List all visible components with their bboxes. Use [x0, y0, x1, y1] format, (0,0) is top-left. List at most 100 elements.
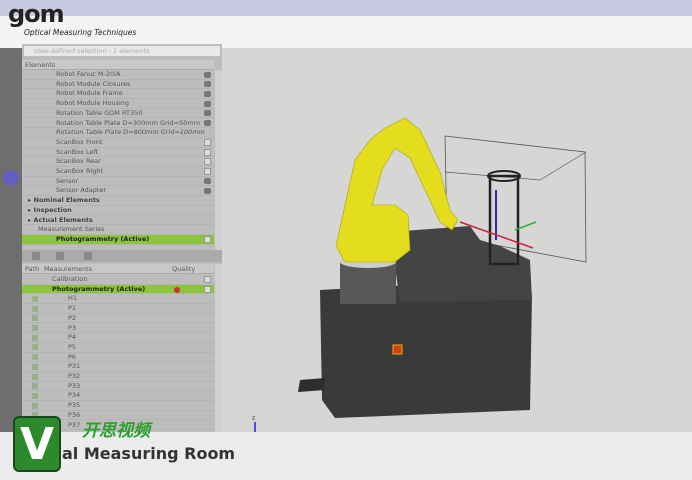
element-label: Rotation Table GOM RT350	[56, 108, 143, 117]
element-row[interactable]: ScanBox Right	[22, 167, 214, 177]
element-row[interactable]: ScanBox Front	[22, 138, 214, 148]
logo-tagline: Optical Measuring Techniques	[24, 28, 137, 37]
series-row[interactable]: Measurement Series	[22, 225, 214, 235]
col-quality[interactable]: Quality	[172, 264, 195, 274]
path-checkbox[interactable]	[32, 402, 38, 409]
explorer-panel: User-defined selection - 1 elements Elem…	[22, 44, 222, 432]
active-measurement-row[interactable]: Photogrammetry (Active)	[22, 284, 214, 295]
element-row[interactable]: ScanBox Rear	[22, 157, 214, 167]
element-row[interactable]: Sensor	[22, 177, 214, 187]
measurement-label: P32	[68, 372, 81, 380]
active-row[interactable]: Photogrammetry (Active)	[22, 234, 214, 245]
measurement-label: P6	[68, 352, 77, 361]
measurement-label: P35	[68, 401, 81, 410]
visibility-checkbox[interactable]	[204, 158, 211, 166]
path-checkbox[interactable]	[32, 295, 38, 302]
record-button[interactable]	[3, 170, 19, 186]
tab-properties[interactable]	[84, 252, 92, 260]
element-label: Robot Module Frame	[56, 89, 123, 98]
visibility-checkbox[interactable]	[204, 276, 211, 283]
path-checkbox[interactable]	[32, 383, 38, 390]
measurement-label: H1	[68, 294, 78, 303]
col-measurements[interactable]: Measurements	[44, 264, 92, 274]
visibility-checkbox[interactable]	[204, 138, 211, 146]
element-label: Rotation Table Plate D=300mm Grid=50mm	[56, 118, 201, 127]
path-checkbox[interactable]	[32, 325, 38, 331]
calibration-label: Calibration	[52, 275, 88, 283]
group-row[interactable]: ▸ Inspection	[22, 206, 214, 216]
emergency-stop-button	[392, 344, 403, 355]
element-row[interactable]: Robot Fanuc M-20iA	[22, 70, 214, 80]
measurement-label: P5	[68, 342, 77, 351]
visibility-icon[interactable]	[204, 71, 211, 78]
measurement-label: P3	[68, 323, 77, 332]
measurement-label: P34	[68, 391, 81, 400]
calibration-row[interactable]: Calibration	[22, 275, 214, 285]
visibility-icon[interactable]	[204, 178, 211, 185]
path-checkbox[interactable]	[32, 373, 38, 380]
tab-explorer[interactable]	[32, 252, 40, 260]
path-checkbox[interactable]	[32, 392, 38, 399]
group-row[interactable]: ▸ Nominal Elements	[22, 196, 214, 206]
path-checkbox[interactable]	[32, 305, 38, 312]
visibility-icon[interactable]	[204, 187, 211, 194]
element-row[interactable]: ScanBox Left	[22, 148, 214, 158]
search-input[interactable]: User-defined selection - 1 elements	[24, 46, 220, 56]
3d-viewport[interactable]: z	[222, 48, 692, 470]
logo-brand: gom	[8, 0, 65, 28]
col-path[interactable]: Path	[25, 265, 39, 273]
measurement-row[interactable]: P6	[22, 353, 214, 363]
measurement-label: P1	[68, 304, 77, 313]
path-checkbox[interactable]	[32, 354, 38, 361]
panel-tabs	[22, 250, 222, 262]
path-checkbox[interactable]	[32, 344, 38, 351]
watermark-cn: 开思视频	[82, 421, 150, 441]
measurements-scrollbar[interactable]	[215, 264, 222, 432]
visibility-icon[interactable]	[204, 90, 211, 97]
measurement-row[interactable]: P4	[22, 333, 214, 343]
watermark-title: al Measuring Room	[62, 444, 236, 463]
measurement-row[interactable]: P2	[22, 314, 214, 324]
measurement-row[interactable]: P5	[22, 343, 214, 353]
visibility-checkbox[interactable]	[204, 285, 211, 293]
visibility-checkbox[interactable]	[204, 148, 211, 156]
measurement-label: P33	[68, 381, 81, 390]
element-row[interactable]: Rotation Table Plate D=300mm Grid=50mm	[22, 119, 214, 129]
group-row[interactable]: ▸ Actual Elements	[22, 216, 214, 226]
path-checkbox[interactable]	[32, 315, 38, 322]
element-row[interactable]: Sensor Adapter	[22, 186, 214, 197]
measurement-row[interactable]: P31	[22, 362, 214, 372]
elements-scrollbar[interactable]	[215, 70, 222, 250]
visibility-icon[interactable]	[204, 81, 211, 88]
measurement-label: P36	[68, 410, 81, 419]
tab-hierarchy[interactable]	[56, 252, 64, 260]
measurement-row[interactable]: H1	[22, 294, 214, 305]
group-label: Nominal Elements	[33, 196, 100, 205]
measurements-header: Path Measurements Quality	[22, 264, 214, 274]
gom-logo: gom Optical Measuring Techniques	[8, 0, 148, 40]
visibility-checkbox[interactable]	[204, 235, 211, 243]
measurement-row[interactable]: P35	[22, 401, 214, 411]
measurement-row[interactable]: P3	[22, 324, 214, 334]
element-row[interactable]: Rotation Table Plate D=800mm Grid=100mm	[22, 128, 214, 138]
visibility-icon[interactable]	[204, 120, 211, 126]
element-row[interactable]: Robot Module Frame	[22, 89, 214, 100]
element-label: ScanBox Left	[56, 147, 99, 156]
axis-label-z: z	[252, 415, 255, 422]
measurement-row[interactable]: P1	[22, 304, 214, 314]
visibility-icon[interactable]	[204, 100, 211, 107]
measurement-row[interactable]: P34	[22, 391, 214, 402]
visibility-icon[interactable]	[204, 110, 211, 117]
element-label: ScanBox Front	[56, 137, 103, 146]
left-toolbar	[0, 48, 22, 432]
visibility-checkbox[interactable]	[204, 168, 211, 175]
element-row[interactable]: Robot Module Housing	[22, 99, 214, 109]
element-row[interactable]: Robot Module Closures	[22, 80, 214, 90]
measurement-row[interactable]: P32	[22, 372, 214, 382]
path-checkbox[interactable]	[32, 363, 38, 370]
element-label: Sensor	[56, 176, 79, 185]
measurement-row[interactable]: P33	[22, 382, 214, 392]
element-row[interactable]: Rotation Table GOM RT350	[22, 109, 214, 119]
group-label: Actual Elements	[33, 215, 93, 224]
path-checkbox[interactable]	[32, 334, 38, 341]
